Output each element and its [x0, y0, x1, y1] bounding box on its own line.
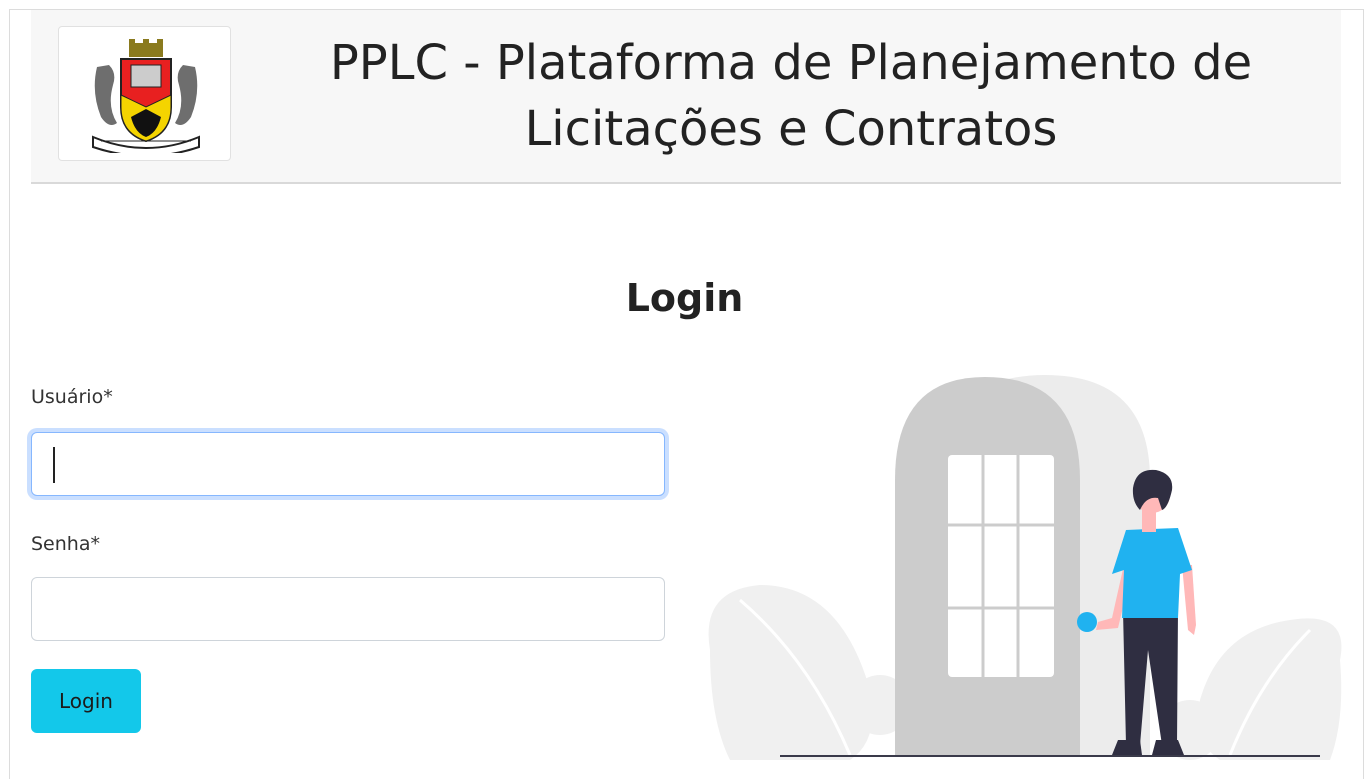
- login-heading: Login: [625, 276, 744, 320]
- header: PPLC - Plataforma de Planejamento de Lic…: [31, 10, 1341, 184]
- coat-of-arms-logo: [92, 39, 200, 153]
- page-title: PPLC - Plataforma de Planejamento de Lic…: [261, 30, 1321, 162]
- username-label: Usuário*: [31, 386, 113, 408]
- username-input[interactable]: [31, 432, 665, 496]
- login-button[interactable]: Login: [31, 669, 141, 733]
- logo: [58, 26, 231, 161]
- right-leaf-shape: [1199, 618, 1342, 760]
- door-window: [948, 455, 1054, 677]
- left-leaf-shape: [708, 585, 873, 760]
- password-input[interactable]: [31, 577, 665, 641]
- door-illustration: [708, 375, 1342, 760]
- title-line-2: Licitações e Contratos: [524, 101, 1058, 157]
- title-line-1: PPLC - Plataforma de Planejamento de: [329, 35, 1253, 91]
- text-caret: [53, 447, 55, 483]
- password-label: Senha*: [31, 533, 100, 555]
